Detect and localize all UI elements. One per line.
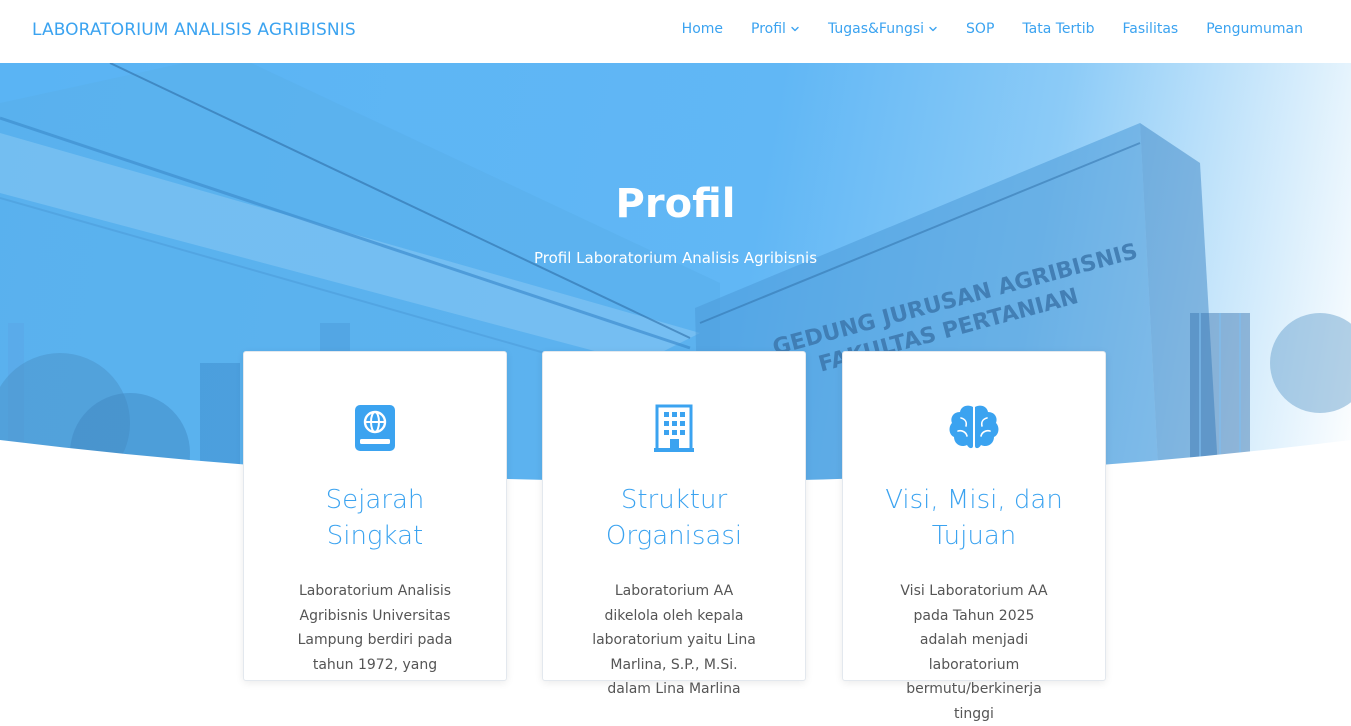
card-title: Struktur Organisasi (605, 485, 743, 551)
nav-tugas-fungsi[interactable]: Tugas&Fungsi (828, 21, 938, 37)
main-nav: Home Profil Tugas&Fungsi SOP Tata Tertib… (682, 21, 1303, 37)
card-text: Visi Laboratorium AA pada Tahun 2025 ada… (900, 583, 1048, 722)
card-text: Laboratorium Analisis Agribisnis Univers… (297, 583, 453, 673)
nav-profil[interactable]: Profil (751, 21, 800, 37)
nav-home-label: Home (681, 21, 724, 37)
nav-pengumuman-label: Pengumuman (1206, 21, 1303, 37)
card-visi-misi-tujuan[interactable]: Visi, Misi, dan Tujuan Visi Laboratorium… (842, 351, 1106, 722)
page-title: Profil (615, 181, 736, 227)
nav-fasilitas-label: Fasilitas (1122, 21, 1179, 37)
nav-pengumuman[interactable]: Pengumuman (1206, 21, 1303, 37)
nav-home[interactable]: Home (682, 21, 723, 37)
card-title: Visi, Misi, dan Tujuan (885, 485, 1063, 551)
nav-fasilitas[interactable]: Fasilitas (1123, 21, 1179, 37)
nav-tata-tertib[interactable]: Tata Tertib (1022, 21, 1094, 37)
chevron-down-icon (929, 26, 937, 32)
card-text: Laboratorium AA dikelola oleh kepala lab… (592, 583, 756, 697)
site-brand[interactable]: LABORATORIUM ANALISIS AGRIBISNIS (32, 20, 356, 40)
navbar: LABORATORIUM ANALISIS AGRIBISNIS Home Pr… (0, 0, 1351, 63)
passport-globe-icon (355, 405, 395, 451)
chevron-down-icon (791, 26, 799, 32)
building-icon (654, 404, 694, 452)
nav-sop[interactable]: SOP (966, 21, 994, 37)
card-title: Sejarah Singkat (325, 485, 425, 551)
brain-icon (949, 405, 999, 449)
nav-profil-label: Profil (751, 21, 786, 37)
nav-tugas-fungsi-label: Tugas&Fungsi (827, 21, 925, 37)
card-sejarah-singkat[interactable]: Sejarah Singkat Laboratorium Analisis Ag… (243, 351, 507, 681)
nav-sop-label: SOP (966, 21, 995, 37)
card-struktur-organisasi[interactable]: Struktur Organisasi Laboratorium AA dike… (542, 351, 806, 697)
nav-tata-tertib-label: Tata Tertib (1022, 21, 1095, 37)
page-subtitle: Profil Laboratorium Analisis Agribisnis (533, 249, 818, 267)
